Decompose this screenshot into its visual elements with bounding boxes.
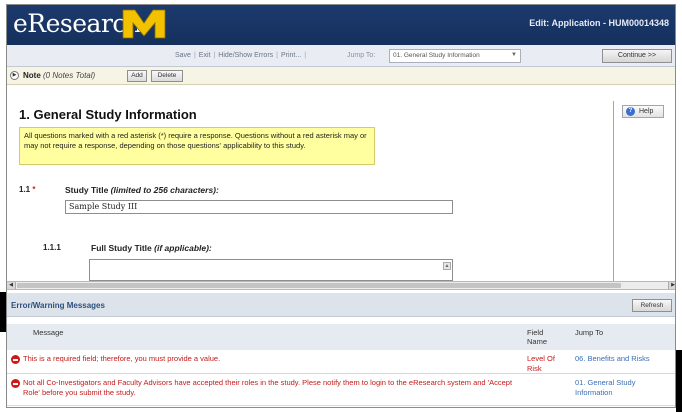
error-warning-panel: Error/Warning Messages Refresh Message F… <box>7 290 675 407</box>
delete-note-button[interactable]: Delete <box>151 70 183 82</box>
horizontal-scrollbar[interactable]: ◀ ▶ <box>7 281 675 290</box>
error-panel-title: Error/Warning Messages <box>11 301 105 310</box>
scroll-up-icon[interactable]: ▲ <box>443 262 451 270</box>
scroll-left-icon[interactable]: ◀ <box>7 282 16 289</box>
notes-count: (0 Notes Total) <box>43 71 96 80</box>
continue-button[interactable]: Continue >> <box>602 49 672 63</box>
jump-to-selected-value: 01. General Study Information <box>393 52 480 59</box>
save-link[interactable]: Save <box>175 52 191 59</box>
question-number: 1.1.1 <box>43 243 61 252</box>
error-jump-link[interactable]: 01. General Study Information <box>575 378 665 397</box>
column-header-field-name: Field Name <box>527 328 548 346</box>
help-panel: ? Help <box>613 101 667 281</box>
help-button[interactable]: ? Help <box>622 105 664 118</box>
expand-notes-icon[interactable]: ▶ <box>10 71 19 80</box>
error-jump-link[interactable]: 06. Benefits and Risks <box>575 354 675 364</box>
question-number: 1.1 * <box>19 185 36 194</box>
error-icon <box>11 355 20 364</box>
toolbar: Save | Exit | Hide/Show Errors | Print... | Jum… <box>7 45 675 67</box>
error-message: This is a required field; therefore, you… <box>23 354 221 363</box>
full-study-title-textarea[interactable]: ▲ <box>89 259 453 281</box>
error-icon <box>11 379 20 388</box>
jump-to-label: Jump To: <box>347 52 376 59</box>
study-title-input[interactable]: Sample Study III <box>65 200 453 214</box>
exit-link[interactable]: Exit <box>199 52 211 59</box>
toolbar-links: Save | Exit | Hide/Show Errors | Print... | <box>175 52 307 59</box>
hide-show-errors-link[interactable]: Hide/Show Errors <box>218 52 273 59</box>
error-table-header: Message Field Name Jump To <box>7 324 675 350</box>
error-panel-header: Error/Warning Messages Refresh <box>7 293 675 317</box>
refresh-button[interactable]: Refresh <box>632 299 672 312</box>
scrollbar-thumb[interactable] <box>17 283 621 288</box>
app-window: eResearch Edit: Application - HUM0001434… <box>6 4 676 408</box>
add-note-button[interactable]: Add <box>127 70 147 82</box>
section-title: 1. General Study Information <box>19 107 197 122</box>
chevron-down-icon: ▼ <box>511 52 517 58</box>
notes-label: Note (0 Notes Total) <box>23 71 96 80</box>
help-icon: ? <box>626 107 635 116</box>
app-header: eResearch Edit: Application - HUM0001434… <box>7 5 675 45</box>
error-message: Not all Co-Investigators and Faculty Adv… <box>23 378 513 397</box>
error-row: This is a required field; therefore, you… <box>7 352 675 374</box>
application-title: Edit: Application - HUM00014348 <box>529 18 669 28</box>
jump-to-select[interactable]: 01. General Study Information ▼ <box>389 49 521 63</box>
column-header-message: Message <box>33 328 64 337</box>
print-link[interactable]: Print... <box>281 52 301 59</box>
error-field-name: Level Of Risk <box>527 354 555 373</box>
required-asterisk: * <box>32 185 36 194</box>
study-title-label: Study Title (limited to 256 characters): <box>65 185 219 195</box>
university-m-logo <box>122 9 166 39</box>
full-study-title-label: Full Study Title (if applicable): <box>91 243 212 253</box>
notes-bar: ▶ Note (0 Notes Total) Add Delete <box>7 67 675 85</box>
form-content: 1. General Study Information All questio… <box>7 85 675 281</box>
required-fields-info: All questions marked with a red asterisk… <box>19 127 375 165</box>
scroll-right-icon[interactable]: ▶ <box>668 282 675 289</box>
column-header-jump-to: Jump To <box>575 328 604 337</box>
error-row: Not all Co-Investigators and Faculty Adv… <box>7 376 675 406</box>
